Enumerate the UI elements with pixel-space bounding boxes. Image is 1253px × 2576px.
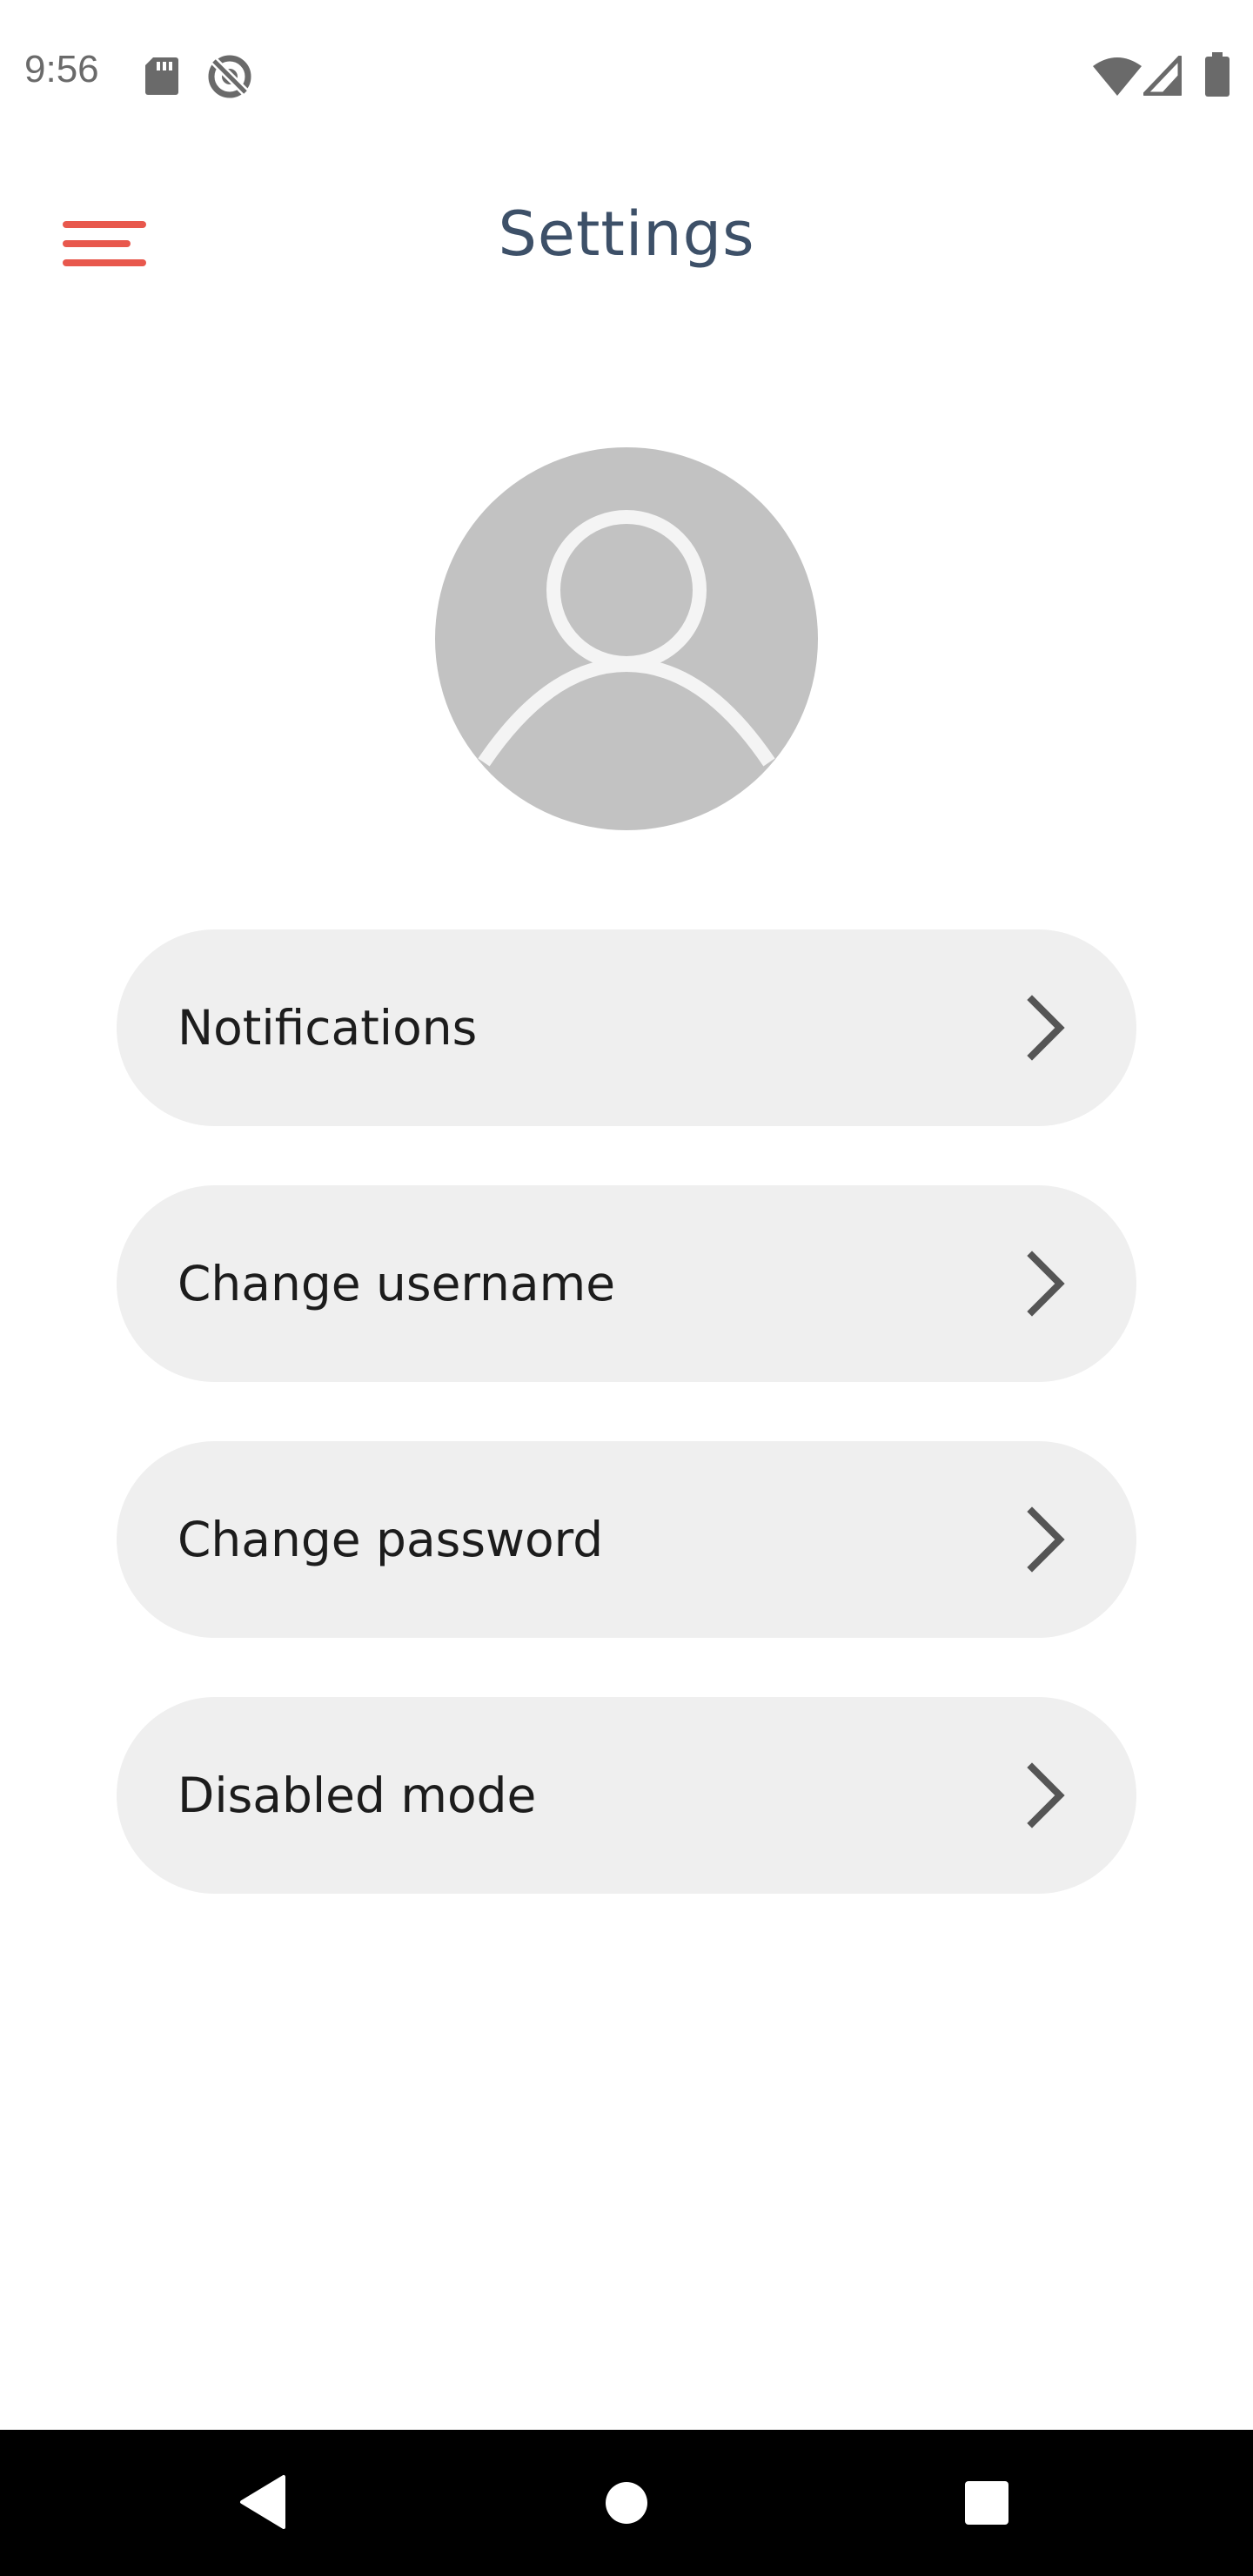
- settings-item-notifications[interactable]: Notifications: [117, 929, 1136, 1126]
- back-icon[interactable]: [235, 2473, 291, 2531]
- system-nav-bar: [0, 2430, 1253, 2576]
- wifi-icon: [1093, 57, 1142, 96]
- chevron-right-icon: [1027, 1762, 1065, 1828]
- person-placeholder-icon: [478, 510, 775, 767]
- status-bar: 9:56: [0, 0, 1253, 148]
- settings-item-change-username[interactable]: Change username: [117, 1185, 1136, 1382]
- status-time: 9:56: [24, 48, 99, 91]
- no-sync-icon: [208, 55, 251, 98]
- settings-item-change-password[interactable]: Change password: [117, 1441, 1136, 1638]
- settings-item-label: Change password: [178, 1512, 604, 1567]
- chevron-right-icon: [1027, 995, 1065, 1061]
- settings-item-label: Change username: [178, 1256, 616, 1311]
- sd-card-icon: [145, 57, 178, 95]
- settings-item-label: Disabled mode: [178, 1768, 537, 1823]
- chevron-right-icon: [1027, 1506, 1065, 1573]
- settings-item-disabled-mode[interactable]: Disabled mode: [117, 1697, 1136, 1894]
- signal-icon: [1143, 56, 1182, 96]
- avatar[interactable]: [435, 447, 818, 830]
- app-bar: Settings: [0, 148, 1253, 322]
- settings-item-label: Notifications: [178, 1000, 478, 1056]
- battery-icon: [1205, 52, 1230, 97]
- page-title: Settings: [498, 198, 755, 270]
- home-icon[interactable]: [604, 2480, 649, 2526]
- chevron-right-icon: [1027, 1251, 1065, 1317]
- recents-icon[interactable]: [964, 2480, 1009, 2526]
